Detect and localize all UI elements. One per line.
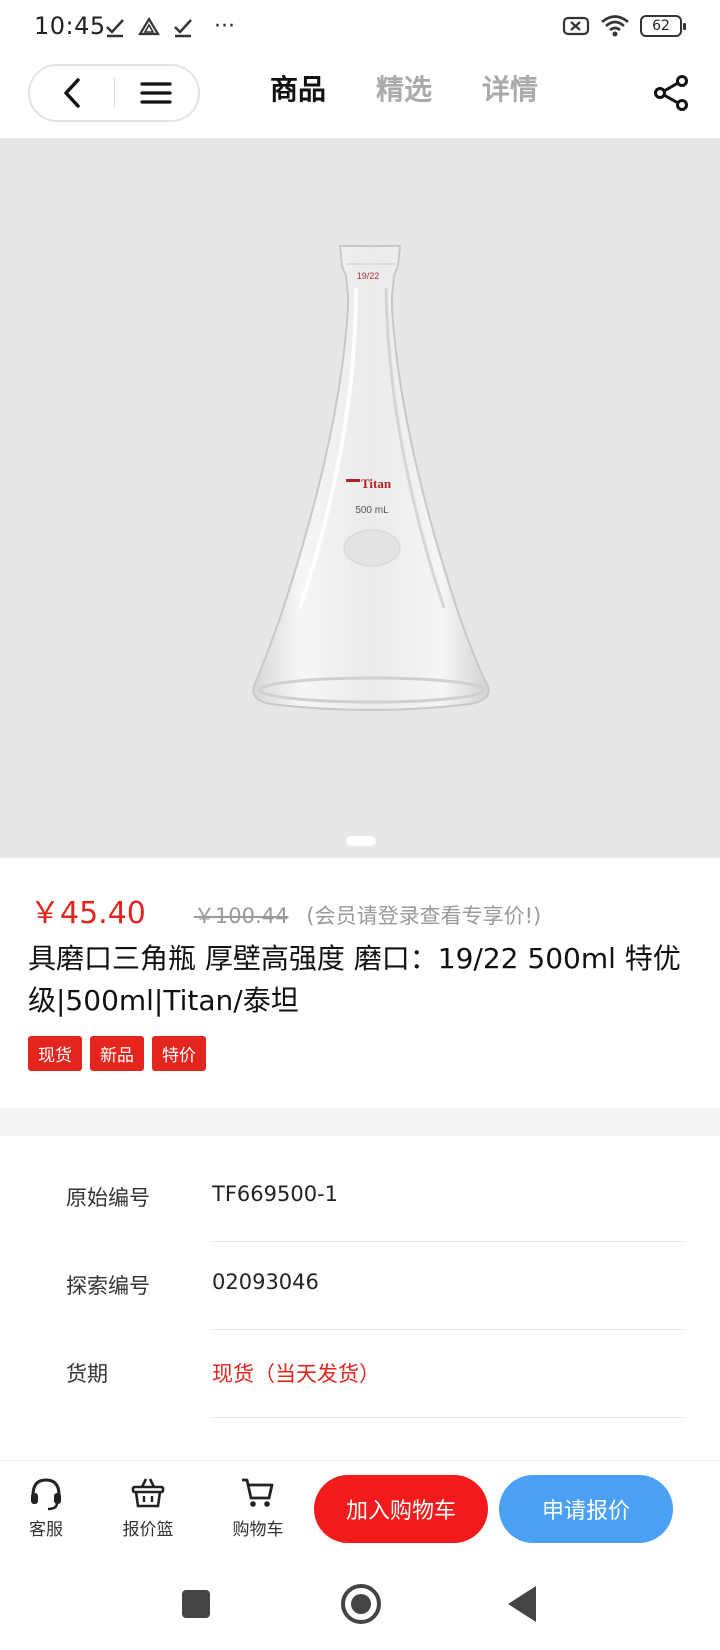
status-time: 10:45 bbox=[34, 12, 106, 40]
status-bar: 10:45 ··· 62 bbox=[0, 0, 720, 56]
nav-capsule bbox=[28, 64, 200, 122]
download-done-icon bbox=[106, 18, 124, 37]
bottom-action-bar: 客服 报价篮 购物车 加入购物车 申请报价 bbox=[0, 1460, 720, 1560]
section-divider bbox=[0, 1108, 720, 1136]
product-title: 具磨口三角瓶 厚壁高强度 磨口：19/22 500ml 特优级|500ml|Ti… bbox=[28, 942, 681, 1017]
current-price: ￥45.40 bbox=[30, 896, 146, 931]
spec-label: 探索编号 bbox=[66, 1274, 150, 1298]
spec-divider bbox=[212, 1417, 684, 1418]
add-to-cart-button[interactable]: 加入购物车 bbox=[314, 1475, 488, 1543]
spec-row-delivery: 货期 现货（当天发货） bbox=[0, 1330, 720, 1418]
home-icon[interactable] bbox=[341, 1584, 381, 1624]
download-done-icon-2 bbox=[174, 18, 192, 37]
carousel-indicator bbox=[346, 836, 376, 846]
page-tabs: 商品 精选 详情 bbox=[270, 68, 538, 108]
spec-row-search-code: 探索编号 02093046 bbox=[0, 1242, 720, 1330]
customer-service-button[interactable]: 客服 bbox=[6, 1473, 86, 1540]
flask-brand-label: Titan bbox=[361, 476, 392, 491]
tag-in-stock: 现货 bbox=[28, 1036, 82, 1071]
menu-icon bbox=[140, 82, 172, 104]
quote-basket-button[interactable]: 报价篮 bbox=[108, 1473, 188, 1540]
drive-icon bbox=[138, 16, 160, 35]
product-info: ￥45.40 ￥100.44 (会员请登录查看专享价!) 具磨口三角瓶 厚壁高强… bbox=[0, 858, 720, 1108]
battery-icon: 62 bbox=[640, 15, 686, 37]
spec-value: 现货（当天发货） bbox=[212, 1362, 380, 1386]
more-notifications-icon: ··· bbox=[214, 14, 235, 39]
recent-apps-icon[interactable] bbox=[182, 1590, 210, 1618]
request-quote-button[interactable]: 申请报价 bbox=[499, 1475, 673, 1543]
customer-service-label: 客服 bbox=[29, 1520, 63, 1540]
tab-goods[interactable]: 商品 bbox=[270, 68, 326, 108]
wifi-icon bbox=[601, 15, 629, 37]
chevron-left-icon bbox=[64, 78, 80, 108]
menu-button[interactable] bbox=[115, 66, 199, 120]
flask-writing-patch bbox=[343, 529, 401, 567]
price-row: ￥45.40 ￥100.44 (会员请登录查看专享价!) bbox=[30, 888, 541, 932]
share-icon[interactable] bbox=[652, 74, 690, 112]
original-price: ￥100.44 bbox=[193, 904, 289, 928]
erlenmeyer-flask-image: 19/22 Titan 500 mL bbox=[252, 245, 490, 711]
system-icons: 62 bbox=[562, 14, 686, 38]
spec-list: 原始编号 TF669500-1 探索编号 02093046 货期 现货（当天发货… bbox=[0, 1136, 720, 1460]
spec-value: TF669500-1 bbox=[212, 1182, 339, 1206]
member-price-note[interactable]: (会员请登录查看专享价!) bbox=[306, 900, 541, 930]
headset-icon bbox=[31, 1478, 61, 1511]
back-button[interactable] bbox=[30, 66, 114, 120]
spec-label: 原始编号 bbox=[66, 1186, 150, 1210]
cart-label: 购物车 bbox=[232, 1520, 284, 1540]
notification-icons: ··· bbox=[104, 14, 235, 39]
basket-icon bbox=[131, 1478, 165, 1508]
tab-featured[interactable]: 精选 bbox=[376, 68, 432, 108]
tab-details[interactable]: 详情 bbox=[482, 68, 538, 108]
cart-icon bbox=[242, 1478, 274, 1507]
tag-new: 新品 bbox=[90, 1036, 144, 1071]
quote-basket-label: 报价篮 bbox=[122, 1520, 174, 1540]
product-image-carousel[interactable]: 19/22 Titan 500 mL bbox=[0, 138, 720, 858]
spec-label: 货期 bbox=[66, 1362, 108, 1386]
tag-special-price: 特价 bbox=[152, 1036, 206, 1071]
cart-button[interactable]: 购物车 bbox=[218, 1473, 298, 1540]
product-tags: 现货 新品 特价 bbox=[28, 1036, 206, 1071]
no-sim-icon bbox=[562, 16, 590, 36]
flask-joint-label: 19/22 bbox=[357, 271, 380, 281]
spec-row-original-code: 原始编号 TF669500-1 bbox=[0, 1154, 720, 1242]
spec-value: 02093046 bbox=[212, 1270, 319, 1294]
top-nav: 商品 精选 详情 bbox=[0, 56, 720, 132]
flask-volume-label: 500 mL bbox=[355, 505, 389, 516]
back-triangle-icon[interactable] bbox=[508, 1586, 536, 1622]
system-navigation-bar bbox=[0, 1560, 720, 1650]
